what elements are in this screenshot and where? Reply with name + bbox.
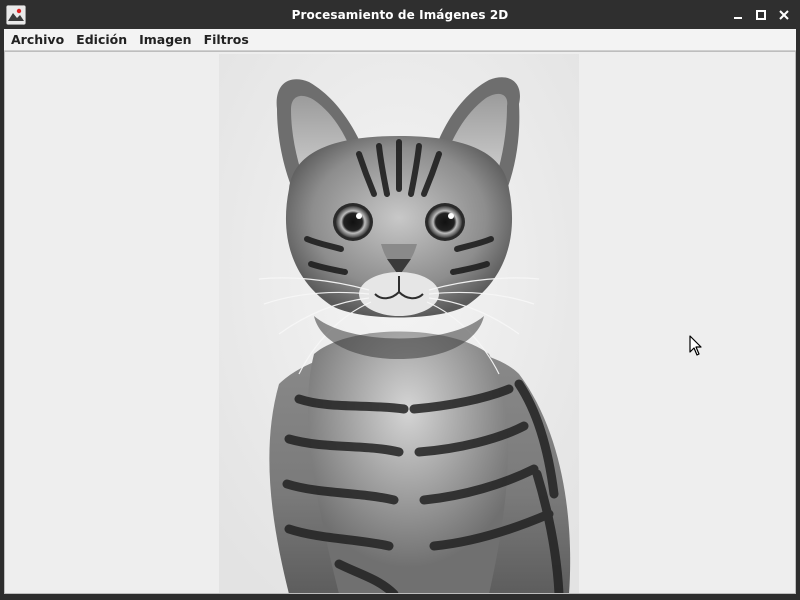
close-button[interactable] xyxy=(775,6,793,24)
maximize-icon xyxy=(756,10,766,20)
mouse-cursor-icon xyxy=(689,335,702,356)
menu-edicion[interactable]: Edición xyxy=(70,29,133,51)
window-bottom-border xyxy=(0,594,800,600)
menu-filtros[interactable]: Filtros xyxy=(198,29,255,51)
image-canvas-area[interactable] xyxy=(4,51,796,594)
app-window: Procesamiento de Imágenes 2D Archivo Edic… xyxy=(0,0,800,600)
minimize-button[interactable] xyxy=(729,6,747,24)
cat-image xyxy=(219,54,579,593)
cat-photo-image xyxy=(219,54,579,593)
maximize-button[interactable] xyxy=(752,6,770,24)
minimize-icon xyxy=(734,17,742,19)
close-icon xyxy=(779,10,789,20)
title-bar[interactable]: Procesamiento de Imágenes 2D xyxy=(0,0,800,30)
menu-bar: Archivo Edición Imagen Filtros xyxy=(4,29,796,51)
menu-archivo[interactable]: Archivo xyxy=(4,29,70,51)
menu-imagen[interactable]: Imagen xyxy=(133,29,197,51)
window-title: Procesamiento de Imágenes 2D xyxy=(291,8,509,22)
